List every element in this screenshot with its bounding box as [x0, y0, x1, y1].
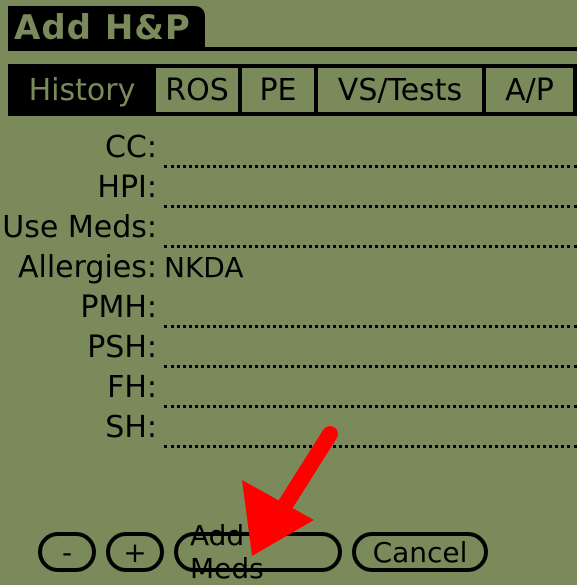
tab-pe[interactable]: PE	[242, 68, 318, 112]
form-row-cc: CC:	[0, 128, 577, 168]
form-row-allergies: Allergies: NKDA	[0, 248, 577, 288]
sh-label: SH:	[105, 410, 157, 445]
allergies-label: Allergies:	[17, 250, 157, 285]
form-row-pmh: PMH:	[0, 288, 577, 328]
plus-button[interactable]: +	[106, 532, 164, 572]
title-divider	[8, 47, 577, 51]
psh-field[interactable]	[164, 328, 577, 368]
form-row-sh: SH:	[0, 408, 577, 448]
use-meds-label: Use Meds:	[2, 210, 157, 245]
tab-ap[interactable]: A/P	[486, 68, 573, 112]
form-row-hpi: HPI:	[0, 168, 577, 208]
use-meds-field[interactable]	[164, 208, 577, 248]
tab-bar: History ROS PE VS/Tests A/P	[8, 64, 577, 116]
fh-field[interactable]	[164, 368, 577, 408]
minus-button[interactable]: -	[38, 532, 96, 572]
hpi-field[interactable]	[164, 168, 577, 208]
form-row-use-meds: Use Meds:	[0, 208, 577, 248]
form-row-fh: FH:	[0, 368, 577, 408]
cancel-button[interactable]: Cancel	[352, 532, 488, 572]
form-row-psh: PSH:	[0, 328, 577, 368]
palm-screen: Add H&P History ROS PE VS/Tests A/P CC: …	[0, 0, 577, 585]
tab-ros[interactable]: ROS	[156, 68, 242, 112]
history-form: CC: HPI: Use Meds: Allergies: NKDA PMH: …	[0, 128, 577, 448]
cc-field[interactable]	[164, 128, 577, 168]
fh-label: FH:	[107, 370, 157, 405]
cc-label: CC:	[104, 130, 157, 165]
form-title: Add H&P	[8, 6, 205, 50]
allergies-field[interactable]: NKDA	[164, 248, 577, 288]
tab-history[interactable]: History	[12, 68, 156, 112]
button-bar: - + Add Meds Cancel	[38, 519, 488, 585]
sh-field[interactable]	[164, 408, 577, 448]
pmh-label: PMH:	[80, 290, 157, 325]
add-meds-button[interactable]: Add Meds	[174, 519, 342, 585]
pmh-field[interactable]	[164, 288, 577, 328]
psh-label: PSH:	[87, 330, 157, 365]
hpi-label: HPI:	[97, 170, 157, 205]
tab-vs-tests[interactable]: VS/Tests	[318, 68, 486, 112]
